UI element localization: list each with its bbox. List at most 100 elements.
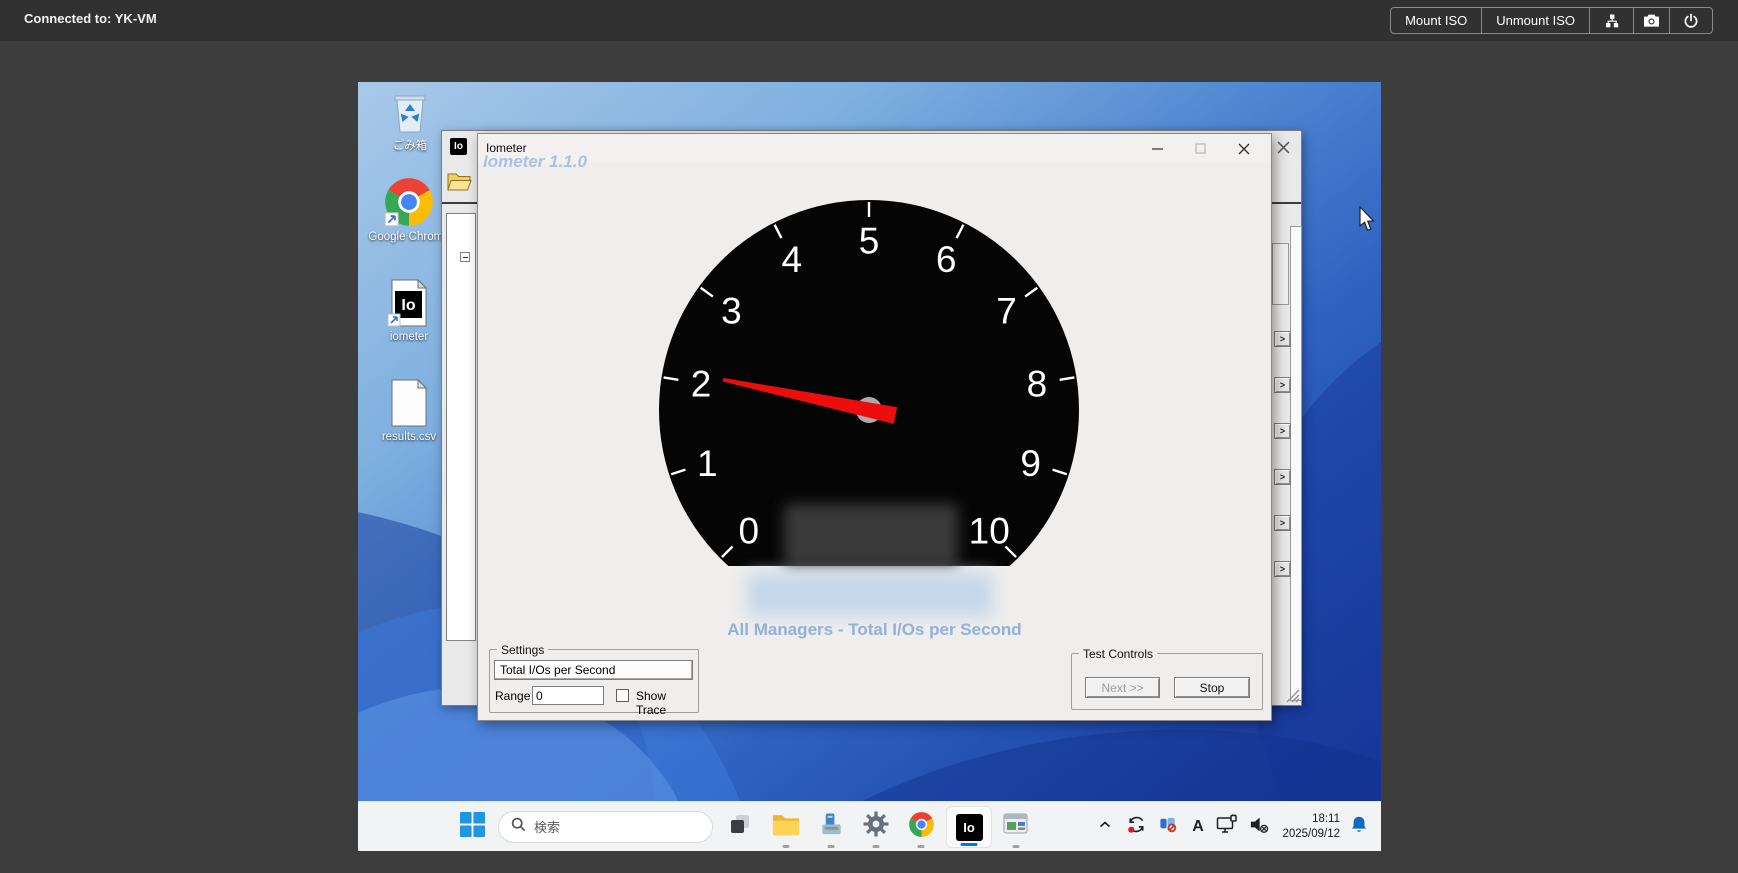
test-controls-groupbox: Test Controls Next >> Stop xyxy=(1071,653,1263,710)
iometer-version-label: Iometer 1.1.0 xyxy=(483,152,587,172)
clock-time: 18:11 xyxy=(1312,812,1340,827)
show-trace-checkbox[interactable] xyxy=(616,689,629,702)
sync-alert-icon xyxy=(1126,814,1147,840)
chrome-icon xyxy=(908,811,935,843)
tree-collapse-icon[interactable] xyxy=(460,252,470,262)
svg-text:10: 10 xyxy=(969,511,1010,552)
power-button[interactable] xyxy=(1670,8,1712,33)
dialog-titlebar[interactable]: Iometer xyxy=(478,134,1271,163)
tray-blocked-app-button[interactable] xyxy=(1153,802,1183,851)
storage-tool-icon xyxy=(819,812,844,842)
ime-mode-label: A xyxy=(1192,818,1204,836)
running-indicator xyxy=(873,845,880,848)
bell-icon xyxy=(1349,814,1369,840)
stop-button[interactable]: Stop xyxy=(1174,677,1250,698)
svg-text:7: 7 xyxy=(996,290,1017,331)
mount-iso-button[interactable]: Mount ISO xyxy=(1391,8,1482,33)
expand-result-button[interactable]: > xyxy=(1274,423,1291,439)
notification-bell-button[interactable] xyxy=(1344,802,1374,851)
tray-display-button[interactable] xyxy=(1211,802,1243,851)
windows-logo-icon xyxy=(460,812,485,842)
expand-result-button[interactable]: > xyxy=(1274,331,1291,347)
dial-caption: All Managers - Total I/Os per Second xyxy=(478,620,1271,640)
running-indicator xyxy=(1013,845,1020,848)
taskbar-search[interactable] xyxy=(498,811,713,843)
scrollbar-fragment[interactable] xyxy=(1290,226,1302,701)
tray-clock[interactable]: 18:11 2025/09/12 xyxy=(1274,802,1340,851)
iometer-app-icon: Io xyxy=(450,138,467,155)
desktop-icon-label: Google Chrome xyxy=(366,231,452,243)
system-window-button[interactable] xyxy=(998,802,1034,851)
open-file-icon[interactable] xyxy=(447,171,472,198)
next-button[interactable]: Next >> xyxy=(1085,677,1160,698)
chrome-icon xyxy=(366,176,452,228)
expand-result-button[interactable]: > xyxy=(1274,515,1291,531)
tray-chevron-button[interactable] xyxy=(1091,802,1119,851)
system-window-icon xyxy=(1003,812,1029,841)
expand-result-button[interactable]: > xyxy=(1274,469,1291,485)
topology-pane[interactable] xyxy=(446,213,476,641)
svg-text:8: 8 xyxy=(1027,364,1048,405)
task-view-icon xyxy=(728,812,752,841)
chevron-up-icon xyxy=(1097,816,1113,837)
blurred-dial-readout xyxy=(784,504,958,566)
desktop-icon-chrome[interactable]: Google Chrome xyxy=(366,176,452,243)
test-controls-legend: Test Controls xyxy=(1079,647,1157,661)
settings-button[interactable] xyxy=(858,802,894,851)
range-label: Range xyxy=(495,689,530,703)
side-panel-fragment xyxy=(1272,243,1289,305)
svg-text:4: 4 xyxy=(782,239,803,280)
resize-grip[interactable] xyxy=(1284,687,1300,708)
storage-tool-button[interactable] xyxy=(813,802,849,851)
desktop-icon-label: iometer xyxy=(366,331,452,343)
expand-result-button[interactable]: > xyxy=(1274,377,1291,393)
start-button[interactable] xyxy=(453,802,491,851)
running-indicator xyxy=(783,845,790,848)
expand-result-button[interactable]: > xyxy=(1274,561,1291,577)
gear-icon xyxy=(863,811,889,842)
windows-taskbar: Io A xyxy=(358,801,1381,851)
range-input[interactable] xyxy=(532,686,604,705)
iometer-gauge-dialog: Iometer Iometer 1.1.0 012345678910 All M… xyxy=(477,133,1272,721)
screenshot-button[interactable] xyxy=(1634,8,1670,33)
audio-muted-icon xyxy=(1248,814,1269,840)
tray-audio-button[interactable] xyxy=(1243,802,1273,851)
svg-text:Io: Io xyxy=(401,297,415,314)
svg-text:9: 9 xyxy=(1020,443,1041,484)
svg-text:3: 3 xyxy=(721,290,742,331)
desktop-icon-iometer[interactable]: Io iometer xyxy=(366,278,452,343)
iometer-taskbar-button[interactable]: Io xyxy=(946,806,992,848)
remote-toolbar-buttons: Mount ISO Unmount ISO xyxy=(1390,7,1713,34)
blurred-value-text xyxy=(747,573,993,617)
send-keys-button[interactable] xyxy=(1590,8,1634,33)
recycle-bin-icon xyxy=(367,90,453,134)
settings-legend: Settings xyxy=(497,643,548,657)
ime-mode-button[interactable]: A xyxy=(1185,802,1211,851)
unmount-iso-button[interactable]: Unmount ISO xyxy=(1482,8,1590,33)
search-input[interactable] xyxy=(534,820,684,835)
svg-text:1: 1 xyxy=(697,443,718,484)
power-icon xyxy=(1683,13,1699,29)
maximize-button[interactable] xyxy=(1179,134,1222,163)
close-button[interactable] xyxy=(1222,134,1265,163)
tray-sync-button[interactable] xyxy=(1121,802,1151,851)
chrome-taskbar-button[interactable] xyxy=(903,802,939,851)
task-view-button[interactable] xyxy=(724,802,756,851)
desktop-icon-results-csv[interactable]: results.csv xyxy=(366,378,452,443)
file-explorer-button[interactable] xyxy=(768,802,804,851)
main-window-close-button[interactable] xyxy=(1272,136,1294,158)
connected-label: Connected to: YK-VM xyxy=(24,11,157,26)
minimize-button[interactable] xyxy=(1136,134,1179,163)
settings-groupbox: Settings Total I/Os per Second Range Sho… xyxy=(489,649,699,713)
search-icon xyxy=(511,817,526,837)
svg-text:5: 5 xyxy=(859,220,880,261)
clock-date: 2025/09/12 xyxy=(1282,827,1340,842)
iometer-file-icon: Io xyxy=(366,278,452,328)
running-indicator xyxy=(828,845,835,848)
ctrl-alt-del-keys-icon xyxy=(1604,13,1620,29)
folder-icon xyxy=(772,813,800,841)
display-plug-icon xyxy=(1216,814,1238,840)
camera-icon xyxy=(1643,13,1660,28)
result-type-dropdown[interactable]: Total I/Os per Second xyxy=(494,660,693,680)
desktop-icon-label: results.csv xyxy=(366,431,452,443)
